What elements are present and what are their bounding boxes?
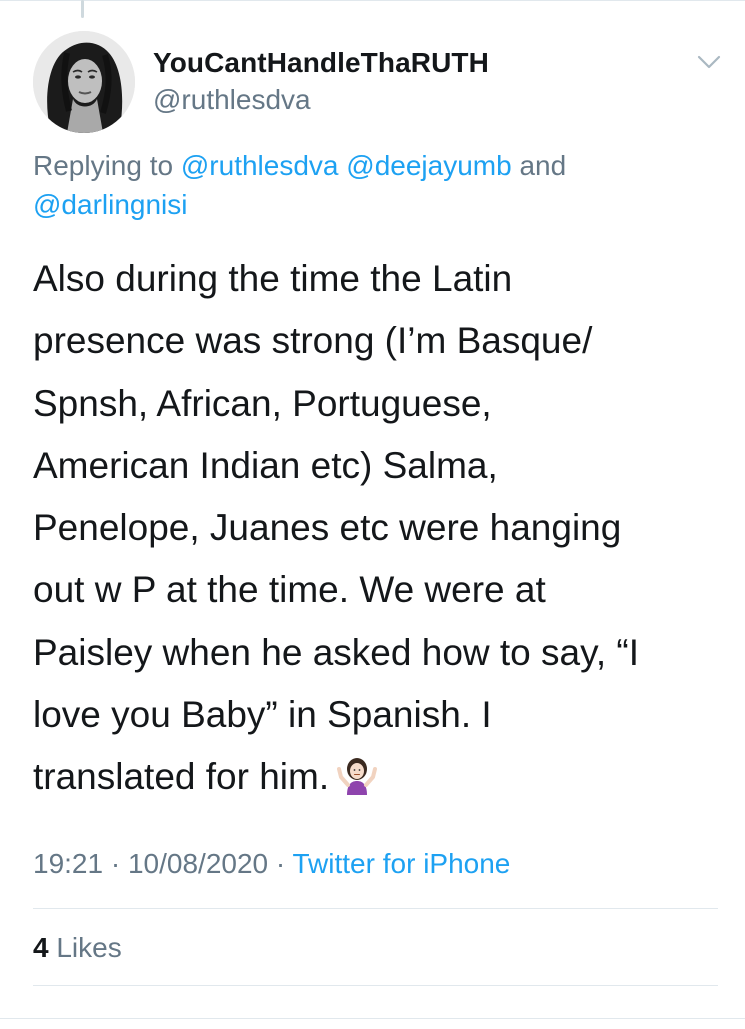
likes-link[interactable]: 4 Likes: [33, 930, 122, 966]
display-name[interactable]: YouCantHandleThaRUTH: [153, 46, 489, 80]
chevron-down-icon[interactable]: [694, 50, 724, 74]
tweet-time: 19:21: [33, 848, 104, 879]
meta-separator: ·: [268, 848, 293, 879]
mention-link[interactable]: @deejayumb: [346, 150, 511, 181]
thread-connector-line: [81, 0, 84, 18]
replying-prefix: Replying to: [33, 150, 181, 181]
divider: [33, 985, 718, 986]
tweet-body: Also during the time the Latin presence …: [33, 258, 640, 798]
likes-label: Likes: [48, 932, 122, 963]
likes-count: 4: [33, 932, 49, 963]
bottom-divider: [0, 1018, 745, 1019]
handle[interactable]: @ruthlesdva: [153, 83, 311, 117]
meta-separator: ·: [103, 848, 128, 879]
tweet-date: 10/08/2020: [127, 848, 269, 879]
avatar-photo: [33, 31, 135, 133]
replying-and: and: [511, 150, 567, 181]
avatar[interactable]: [33, 31, 135, 133]
mention-link[interactable]: @ruthlesdva: [181, 150, 339, 181]
top-divider: [0, 0, 745, 1]
replying-to: Replying to @ruthlesdva @deejayumb and @…: [33, 146, 713, 224]
divider: [33, 908, 718, 909]
mention-link[interactable]: @darlingnisi: [33, 189, 188, 220]
tweet-source-link[interactable]: Twitter for iPhone: [293, 848, 511, 879]
woman-shrugging-emoji-icon: [337, 752, 378, 814]
tweet-text: Also during the time the Latin presence …: [33, 248, 723, 815]
tweet-meta: 19:21 · 10/08/2020 · Twitter for iPhone: [33, 846, 510, 882]
